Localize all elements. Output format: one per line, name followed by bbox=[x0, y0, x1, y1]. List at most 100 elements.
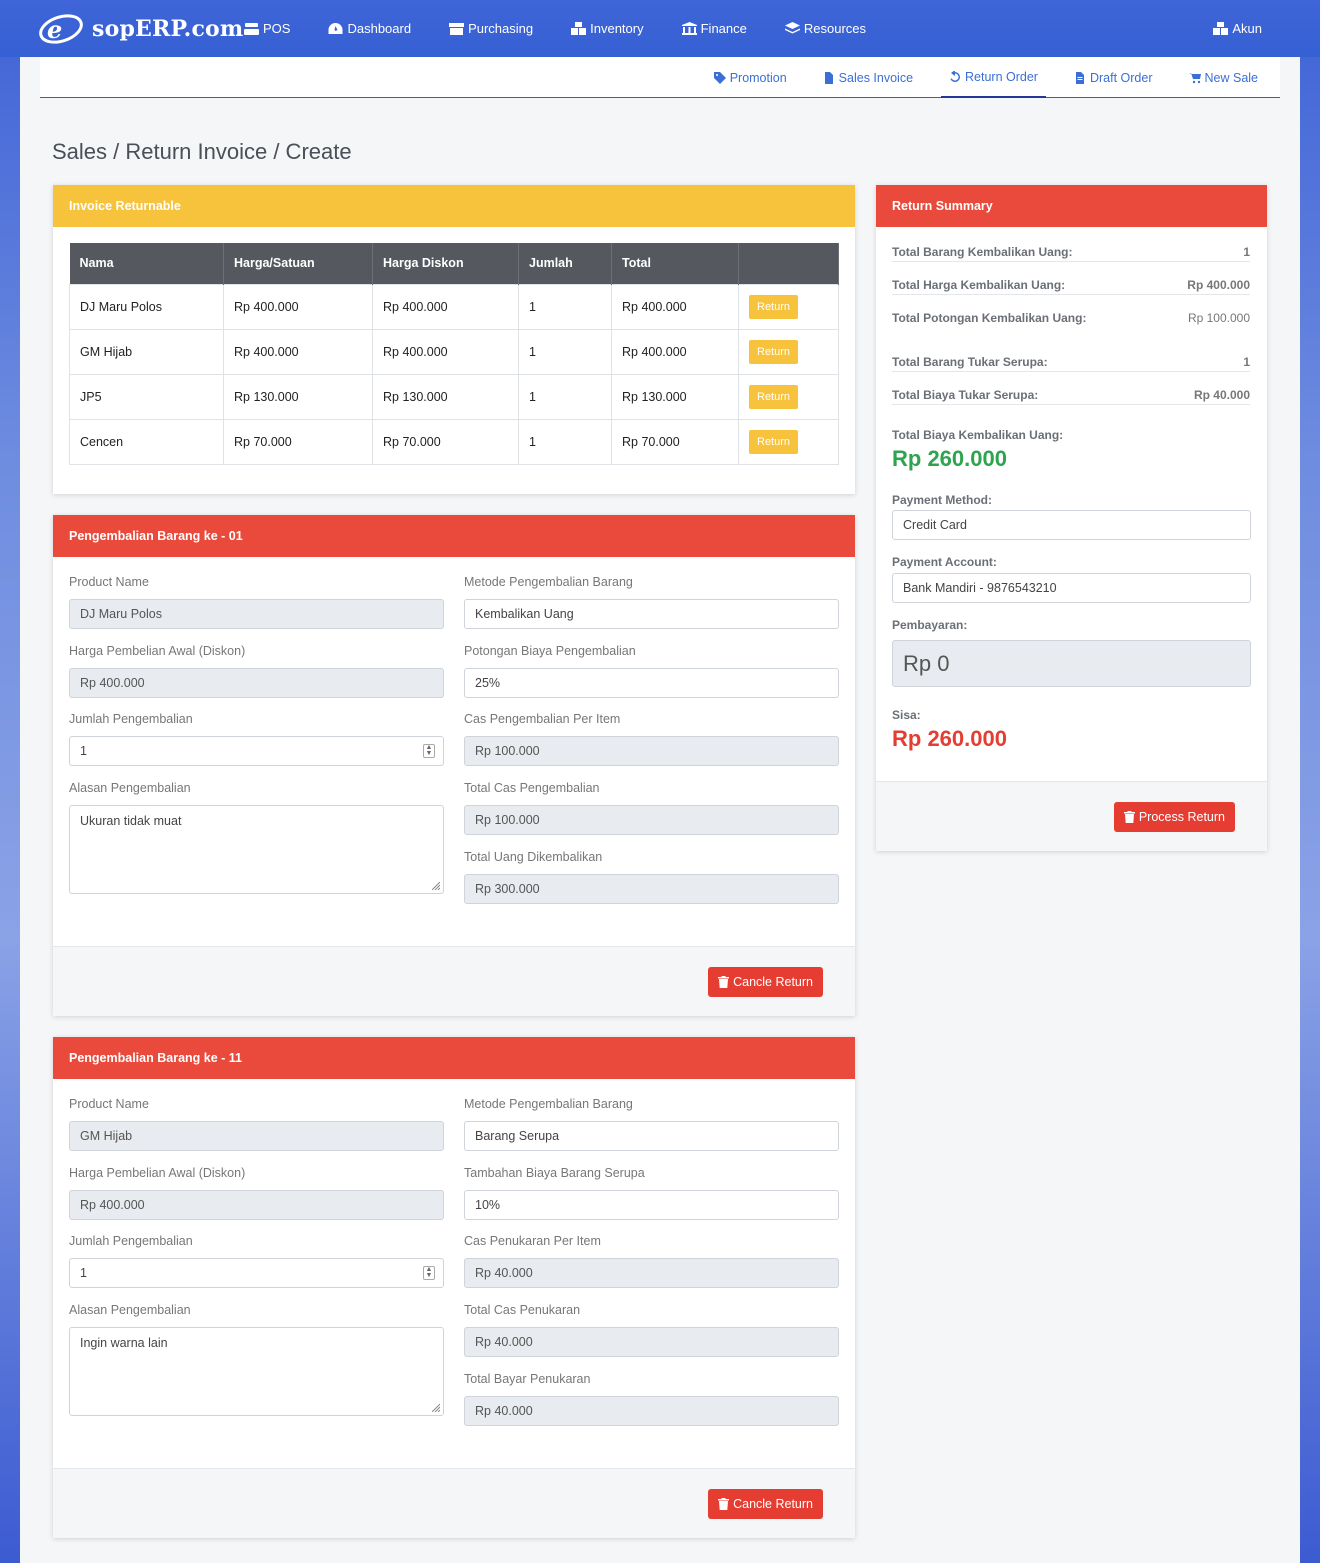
alasan-textarea[interactable]: Ukuran tidak muat bbox=[69, 805, 444, 894]
pembayaran-input[interactable]: Rp 0 bbox=[892, 640, 1251, 687]
col-action bbox=[738, 243, 839, 284]
cell-jumlah: 1 bbox=[518, 418, 612, 465]
cell-action: Return bbox=[738, 328, 839, 375]
potongan-label: Potongan Biaya Pengembalian bbox=[464, 644, 636, 658]
summary-label: Total Harga Kembalikan Uang: bbox=[892, 278, 1066, 292]
product-name-field: GM Hijab bbox=[69, 1121, 444, 1151]
summary-row: Total Harga Kembalikan Uang: Rp 400.000 bbox=[892, 278, 1250, 295]
cell-total: Rp 70.000 bbox=[611, 418, 739, 465]
subnav-promotion[interactable]: Promotion bbox=[706, 57, 795, 98]
nav-label: Resources bbox=[803, 21, 866, 36]
nav-label: Finance bbox=[700, 21, 747, 36]
product-name-label: Product Name bbox=[69, 1097, 149, 1111]
payment-method-label: Payment Method: bbox=[892, 493, 993, 507]
table-row: JP5 Rp 130.000 Rp 130.000 1 Rp 130.000 R… bbox=[69, 373, 839, 420]
nav-pos[interactable]: POS bbox=[244, 21, 290, 36]
process-return-button[interactable]: Process Return bbox=[1113, 802, 1235, 832]
cell-total: Rp 130.000 bbox=[611, 373, 739, 420]
total-cas-field: Rp 40.000 bbox=[464, 1327, 839, 1357]
jumlah-input[interactable]: 1 ▲ ▼ bbox=[69, 1258, 444, 1288]
invoice-returnable-header: Invoice Returnable bbox=[53, 185, 855, 227]
product-name-label: Product Name bbox=[69, 575, 149, 589]
resize-handle-icon[interactable] bbox=[432, 882, 440, 890]
summary-label: Total Barang Kembalikan Uang: bbox=[892, 245, 1073, 259]
cancel-return-button[interactable]: Cancle Return bbox=[708, 967, 823, 997]
metode-select[interactable]: Barang Serupa bbox=[464, 1121, 839, 1151]
nav-finance[interactable]: Finance bbox=[681, 21, 747, 36]
total-uang-label: Total Bayar Penukaran bbox=[464, 1372, 591, 1386]
trash-icon bbox=[718, 1498, 730, 1510]
total-refund-value: Rp 260.000 bbox=[892, 446, 1007, 471]
subnav-return-order[interactable]: Return Order bbox=[941, 57, 1046, 98]
resize-handle-icon[interactable] bbox=[432, 1404, 440, 1412]
cell-action: Return bbox=[738, 283, 839, 330]
cell-diskon: Rp 70.000 bbox=[372, 418, 519, 465]
jumlah-input[interactable]: 1 ▲ ▼ bbox=[69, 736, 444, 766]
col-harga-diskon: Harga Diskon bbox=[372, 243, 519, 284]
cell-nama: DJ Maru Polos bbox=[69, 283, 224, 330]
potongan-input[interactable]: 10% bbox=[464, 1190, 839, 1220]
trash-icon bbox=[718, 976, 730, 988]
stepper-icon[interactable]: ▲ ▼ bbox=[423, 744, 435, 758]
potongan-input[interactable]: 25% bbox=[464, 668, 839, 698]
summary-label: Total Potongan Kembalikan Uang: bbox=[892, 311, 1087, 325]
subnav-label: Return Order bbox=[965, 69, 1038, 84]
brand-logo-icon: e bbox=[39, 14, 83, 44]
subnav-label: Draft Order bbox=[1089, 70, 1153, 85]
cancel-return-label: Cancle Return bbox=[733, 975, 813, 989]
payment-account-select[interactable]: Bank Mandiri - 9876543210 bbox=[892, 573, 1251, 603]
total-cas-label: Total Cas Penukaran bbox=[464, 1303, 581, 1317]
cell-jumlah: 1 bbox=[518, 328, 612, 375]
tag-icon bbox=[713, 71, 726, 84]
metode-label: Metode Pengembalian Barang bbox=[464, 1097, 633, 1111]
alasan-textarea[interactable]: Ingin warna lain bbox=[69, 1327, 444, 1416]
cell-harga: Rp 130.000 bbox=[223, 373, 373, 420]
harga-label: Harga Pembelian Awal (Diskon) bbox=[69, 1166, 246, 1180]
subnav-label: Promotion bbox=[729, 70, 787, 85]
alasan-label: Alasan Pengembalian bbox=[69, 781, 191, 795]
jumlah-label: Jumlah Pengembalian bbox=[69, 712, 193, 726]
register-icon bbox=[244, 23, 259, 35]
subnav-sales-invoice[interactable]: Sales Invoice bbox=[815, 57, 921, 98]
subnav-draft-order[interactable]: Draft Order bbox=[1066, 57, 1161, 98]
nav-account[interactable]: Akun bbox=[1213, 0, 1262, 57]
harga-field: Rp 400.000 bbox=[69, 668, 444, 698]
cell-nama: GM Hijab bbox=[69, 328, 224, 375]
dashboard-icon bbox=[328, 23, 343, 34]
cas-item-label: Cas Penukaran Per Item bbox=[464, 1234, 601, 1248]
summary-row: Total Barang Kembalikan Uang: 1 bbox=[892, 245, 1250, 262]
return-button[interactable]: Return bbox=[749, 429, 799, 454]
total-uang-field: Rp 300.000 bbox=[464, 874, 839, 904]
alasan-label: Alasan Pengembalian bbox=[69, 1303, 191, 1317]
cell-diskon: Rp 130.000 bbox=[372, 373, 519, 420]
brand[interactable]: e sopERP.com bbox=[38, 12, 243, 46]
jumlah-value: 1 bbox=[80, 744, 87, 758]
nav-dashboard[interactable]: Dashboard bbox=[328, 21, 411, 36]
return-summary-card: Return Summary Total Barang Kembalikan U… bbox=[876, 185, 1267, 851]
cell-harga: Rp 400.000 bbox=[223, 328, 373, 375]
subnav-label: New Sale bbox=[1204, 70, 1259, 85]
cell-jumlah: 1 bbox=[518, 283, 612, 330]
nav-purchasing[interactable]: Purchasing bbox=[449, 21, 533, 36]
nav-account-label: Akun bbox=[1232, 21, 1262, 36]
return-button[interactable]: Return bbox=[749, 339, 799, 364]
metode-select[interactable]: Kembalikan Uang bbox=[464, 599, 839, 629]
nav-label: Dashboard bbox=[347, 21, 412, 36]
stepper-icon[interactable]: ▲ ▼ bbox=[423, 1266, 435, 1280]
card-footer: Cancle Return bbox=[53, 946, 855, 1016]
nav-resources[interactable]: Resources bbox=[784, 21, 866, 36]
cell-total: Rp 400.000 bbox=[611, 328, 739, 375]
jumlah-label: Jumlah Pengembalian bbox=[69, 1234, 193, 1248]
table-row: Cencen Rp 70.000 Rp 70.000 1 Rp 70.000 R… bbox=[69, 418, 839, 465]
subnav-new-sale[interactable]: New Sale bbox=[1181, 57, 1267, 98]
return-button[interactable]: Return bbox=[749, 384, 799, 409]
return-button[interactable]: Return bbox=[749, 294, 799, 319]
payment-method-select[interactable]: Credit Card bbox=[892, 510, 1251, 540]
trash-icon bbox=[1123, 811, 1135, 823]
cell-harga: Rp 400.000 bbox=[223, 283, 373, 330]
nav-inventory[interactable]: Inventory bbox=[571, 21, 644, 36]
total-cas-field: Rp 100.000 bbox=[464, 805, 839, 835]
cancel-return-button[interactable]: Cancle Return bbox=[708, 1489, 823, 1519]
table-row: DJ Maru Polos Rp 400.000 Rp 400.000 1 Rp… bbox=[69, 283, 839, 330]
metode-label: Metode Pengembalian Barang bbox=[464, 575, 633, 589]
